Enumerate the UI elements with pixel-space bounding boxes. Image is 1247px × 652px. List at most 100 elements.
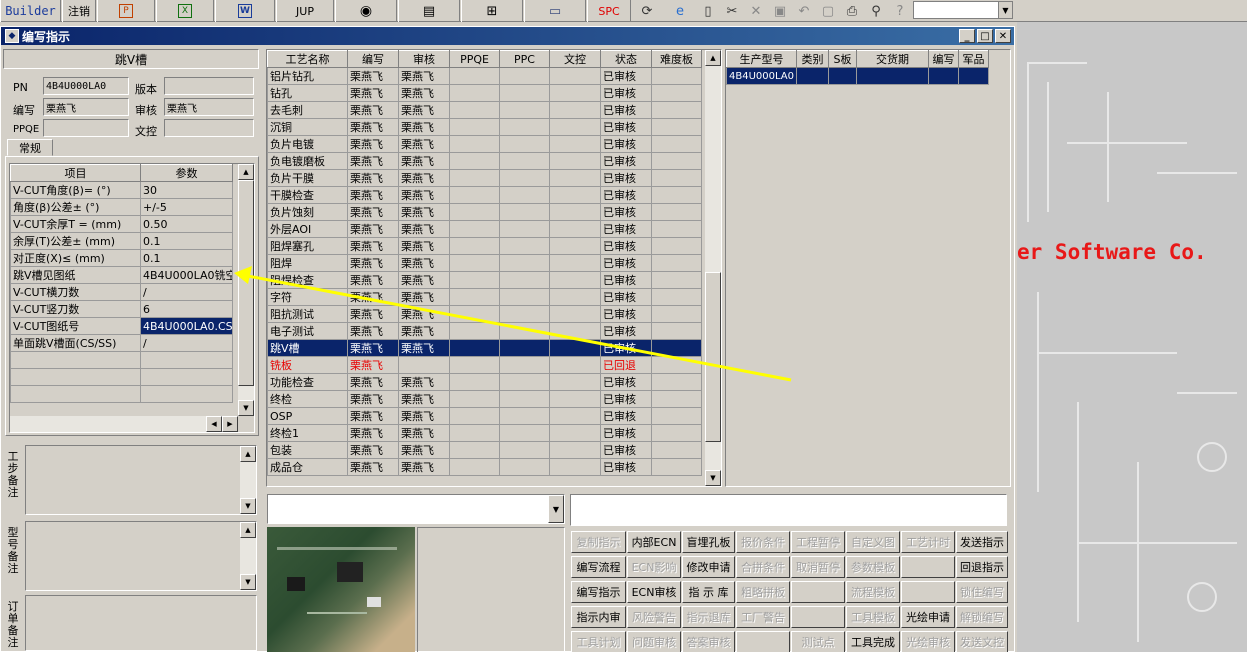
process-cell[interactable]: 栗燕飞 [347, 152, 399, 170]
param-vscroll[interactable]: ▲ ▼ [238, 164, 254, 416]
process-cell[interactable] [549, 186, 601, 204]
action-button[interactable]: 取消暂停 [791, 556, 845, 578]
process-cell[interactable]: 栗燕飞 [347, 220, 399, 238]
action-button[interactable]: ECN影响 [627, 556, 681, 578]
window-titlebar[interactable]: ◆ 编写指示 _ □ ✕ [1, 27, 1014, 45]
param-hscroll[interactable]: ◀ ▶ [10, 416, 238, 432]
table-row[interactable]: 负片蚀刻 栗燕飞 栗燕飞 已审核 [267, 203, 702, 221]
action-button[interactable]: 光绘审核 [901, 631, 955, 652]
process-cell[interactable]: 已审核 [600, 458, 652, 476]
process-cell[interactable] [549, 203, 601, 221]
action-button[interactable]: 流程模板 [846, 581, 900, 603]
table-row[interactable]: 单面跳V槽面(CS/SS) / [10, 334, 233, 352]
process-cell[interactable] [651, 271, 702, 289]
process-cell[interactable] [651, 441, 702, 459]
process-cell[interactable]: 栗燕飞 [347, 186, 399, 204]
table-row[interactable]: V-CUT竖刀数 6 [10, 300, 233, 318]
process-cell[interactable]: 栗燕飞 [347, 169, 399, 187]
process-cell[interactable] [449, 67, 500, 85]
param-name-cell[interactable]: V-CUT余厚T = (mm) [10, 215, 141, 233]
process-cell[interactable]: 已审核 [600, 254, 652, 272]
production-cell[interactable] [928, 67, 959, 85]
minimize-button[interactable]: _ [959, 29, 975, 43]
param-name-cell[interactable]: 角度(β)公差± (°) [10, 198, 141, 216]
table-row[interactable]: 功能检查 栗燕飞 栗燕飞 已审核 [267, 373, 702, 391]
process-cell[interactable]: 栗燕飞 [398, 67, 450, 85]
table-row[interactable]: 包装 栗燕飞 栗燕飞 已审核 [267, 441, 702, 459]
process-cell[interactable] [449, 84, 500, 102]
process-cell[interactable]: 栗燕飞 [398, 458, 450, 476]
process-cell[interactable] [499, 356, 550, 374]
table-row[interactable]: 干膜检查 栗燕飞 栗燕飞 已审核 [267, 186, 702, 204]
close-button[interactable]: ✕ [995, 29, 1011, 43]
process-cell[interactable]: 栗燕飞 [398, 186, 450, 204]
process-cell[interactable]: 栗燕飞 [398, 84, 450, 102]
action-button[interactable]: 工具完成 [846, 631, 900, 652]
param-name-cell[interactable]: 余厚(T)公差± (mm) [10, 232, 141, 250]
process-cell[interactable]: 已审核 [600, 67, 652, 85]
process-cell[interactable]: 阻焊 [267, 254, 348, 272]
process-cell[interactable]: 功能检查 [267, 373, 348, 391]
model-note-vscroll[interactable]: ▲ ▼ [240, 522, 256, 590]
production-cell[interactable]: 4B4U000LA0 [726, 67, 797, 85]
table-row[interactable]: 字符 栗燕飞 栗燕飞 已审核 [267, 288, 702, 306]
toolbar-combo[interactable]: ▼ [913, 1, 1013, 19]
process-cell[interactable]: 栗燕飞 [347, 203, 399, 221]
process-cell[interactable] [651, 101, 702, 119]
process-cell[interactable] [449, 441, 500, 459]
table-row[interactable]: 阻抗测试 栗燕飞 栗燕飞 已审核 [267, 305, 702, 323]
process-cell[interactable]: 跳V槽 [267, 339, 348, 357]
action-button[interactable]: 工程暂停 [791, 531, 845, 553]
process-cell[interactable]: 栗燕飞 [398, 390, 450, 408]
process-cell[interactable]: 已审核 [600, 118, 652, 136]
process-cell[interactable] [398, 356, 450, 374]
scroll-up-icon[interactable]: ▲ [705, 50, 721, 66]
process-cell[interactable] [449, 322, 500, 340]
process-cell[interactable] [549, 458, 601, 476]
table-row[interactable]: 跳V槽见图纸 4B4U000LA0铣空 [10, 266, 233, 284]
process-cell[interactable] [449, 339, 500, 357]
production-header-cell[interactable]: 军品 [958, 50, 989, 68]
process-header-cell[interactable]: 编写 [347, 50, 399, 68]
process-cell[interactable] [449, 220, 500, 238]
table-row[interactable]: 负片电镀 栗燕飞 栗燕飞 已审核 [267, 135, 702, 153]
network-button[interactable]: ⊞ [461, 0, 523, 22]
table-row[interactable]: 去毛刺 栗燕飞 栗燕飞 已审核 [267, 101, 702, 119]
action-button[interactable]: 参数模板 [846, 556, 900, 578]
process-cell[interactable] [651, 339, 702, 357]
action-button[interactable]: 修改申请 [682, 556, 735, 578]
process-cell[interactable]: 栗燕飞 [347, 135, 399, 153]
process-cell[interactable] [549, 339, 601, 357]
process-cell[interactable]: 栗燕飞 [398, 322, 450, 340]
table-row[interactable]: 阻焊 栗燕飞 栗燕飞 已审核 [267, 254, 702, 272]
process-cell[interactable]: 铝片钻孔 [267, 67, 348, 85]
process-cell[interactable]: 已审核 [600, 152, 652, 170]
process-cell[interactable]: OSP [267, 407, 348, 425]
param-value-cell[interactable]: 4B4U000LA0铣空 [140, 266, 233, 284]
process-cell[interactable]: 栗燕飞 [347, 407, 399, 425]
action-button[interactable]: 回退指示 [956, 556, 1008, 578]
process-cell[interactable] [651, 390, 702, 408]
process-header-cell[interactable]: 难度板 [651, 50, 702, 68]
builder-button[interactable]: Builder [0, 0, 61, 22]
process-cell[interactable]: 栗燕飞 [398, 101, 450, 119]
action-button[interactable]: 工艺计时 [901, 531, 955, 553]
process-cell[interactable] [651, 186, 702, 204]
help-icon[interactable]: ? [890, 2, 910, 20]
action-button[interactable]: 发送指示 [956, 531, 1008, 553]
process-cell[interactable]: 栗燕飞 [347, 424, 399, 442]
table-row[interactable]: 余厚(T)公差± (mm) 0.1 [10, 232, 233, 250]
order-note-box[interactable] [25, 595, 257, 651]
process-cell[interactable]: 已审核 [600, 424, 652, 442]
table-row[interactable]: 终检 栗燕飞 栗燕飞 已审核 [267, 390, 702, 408]
process-cell[interactable]: 栗燕飞 [398, 220, 450, 238]
process-cell[interactable] [499, 118, 550, 136]
database-button[interactable]: ▤ [398, 0, 460, 22]
process-cell[interactable]: 去毛刺 [267, 101, 348, 119]
process-cell[interactable] [549, 152, 601, 170]
scroll-up-icon[interactable]: ▲ [240, 446, 256, 462]
table-row[interactable]: 负片干膜 栗燕飞 栗燕飞 已审核 [267, 169, 702, 187]
process-cell[interactable] [499, 373, 550, 391]
action-button[interactable]: 复制指示 [571, 531, 626, 553]
process-cell[interactable]: 沉铜 [267, 118, 348, 136]
